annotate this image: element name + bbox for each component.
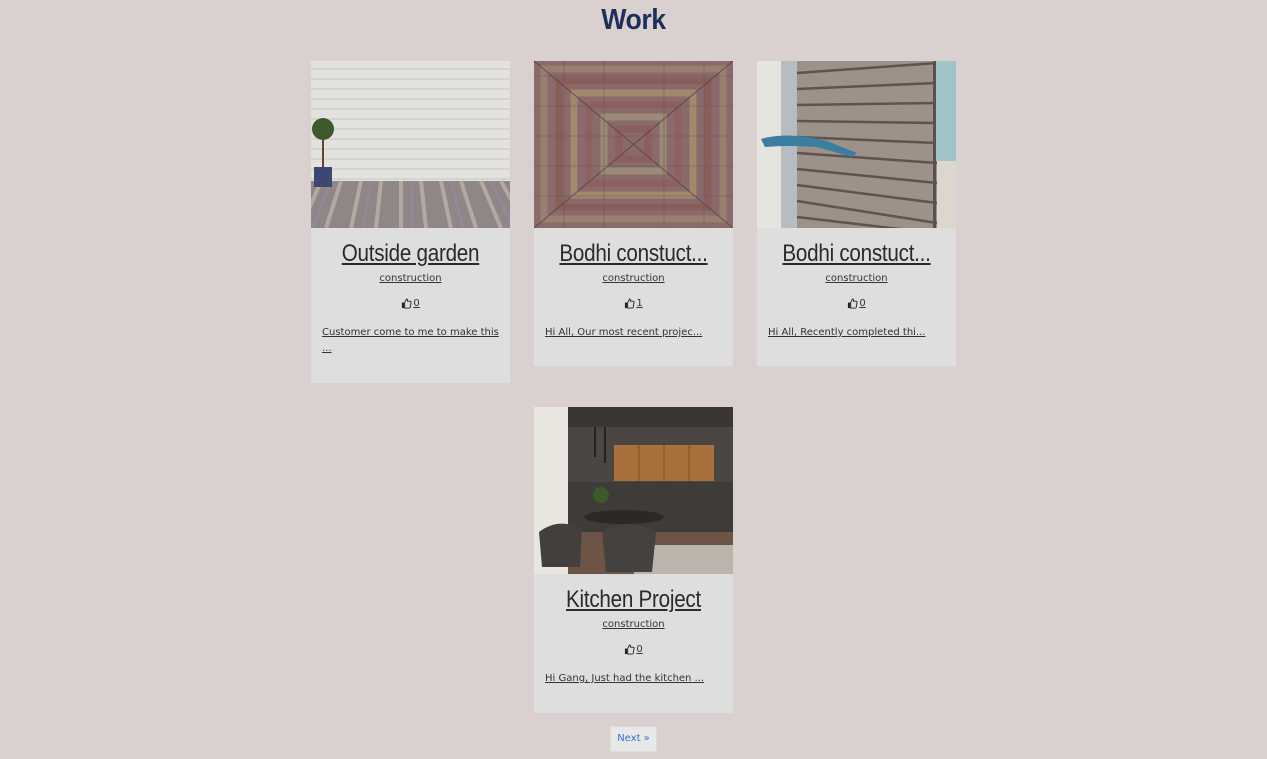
thumbs-up-icon[interactable] bbox=[847, 298, 858, 309]
card-category[interactable]: construction bbox=[757, 273, 956, 284]
like-count[interactable]: 1 bbox=[636, 298, 642, 309]
card-excerpt[interactable]: Customer come to me to make this ... bbox=[322, 325, 499, 357]
like-counter[interactable]: 1 bbox=[534, 298, 733, 309]
page-title: Work bbox=[601, 4, 666, 36]
like-counter[interactable]: 0 bbox=[757, 298, 956, 309]
card-image-brick-paving[interactable] bbox=[534, 61, 733, 228]
thumbs-up-icon[interactable] bbox=[624, 644, 635, 655]
work-card: Bodhi constuct... construction 0 Hi All,… bbox=[757, 61, 956, 366]
card-excerpt[interactable]: Hi All, Recently completed thi... bbox=[768, 325, 945, 341]
like-count[interactable]: 0 bbox=[413, 298, 419, 309]
work-card: Bodhi constuct... construction 1 Hi All,… bbox=[534, 61, 733, 366]
card-excerpt[interactable]: Hi All, Our most recent projec... bbox=[545, 325, 722, 341]
card-category[interactable]: construction bbox=[311, 273, 510, 284]
card-image-white-brick-wall[interactable] bbox=[311, 61, 510, 228]
card-title[interactable]: Outside garden bbox=[325, 240, 496, 268]
next-page-button[interactable]: Next » bbox=[610, 726, 657, 752]
work-card: Kitchen Project construction 0 Hi Gang, … bbox=[534, 407, 733, 713]
like-count[interactable]: 0 bbox=[636, 644, 642, 655]
like-counter[interactable]: 0 bbox=[311, 298, 510, 309]
card-category[interactable]: construction bbox=[534, 619, 733, 630]
like-counter[interactable]: 0 bbox=[534, 644, 733, 655]
like-count[interactable]: 0 bbox=[859, 298, 865, 309]
card-title[interactable]: Kitchen Project bbox=[548, 586, 719, 614]
card-image-kitchen[interactable] bbox=[534, 407, 733, 574]
thumbs-up-icon[interactable] bbox=[624, 298, 635, 309]
card-category[interactable]: construction bbox=[534, 273, 733, 284]
work-card: Outside garden construction 0 Customer c… bbox=[311, 61, 510, 383]
card-excerpt[interactable]: Hi Gang, Just had the kitchen ... bbox=[545, 671, 722, 687]
card-title[interactable]: Bodhi constuct... bbox=[771, 240, 942, 268]
thumbs-up-icon[interactable] bbox=[401, 298, 412, 309]
card-image-brick-wall-level[interactable] bbox=[757, 61, 956, 228]
card-title[interactable]: Bodhi constuct... bbox=[548, 240, 719, 268]
